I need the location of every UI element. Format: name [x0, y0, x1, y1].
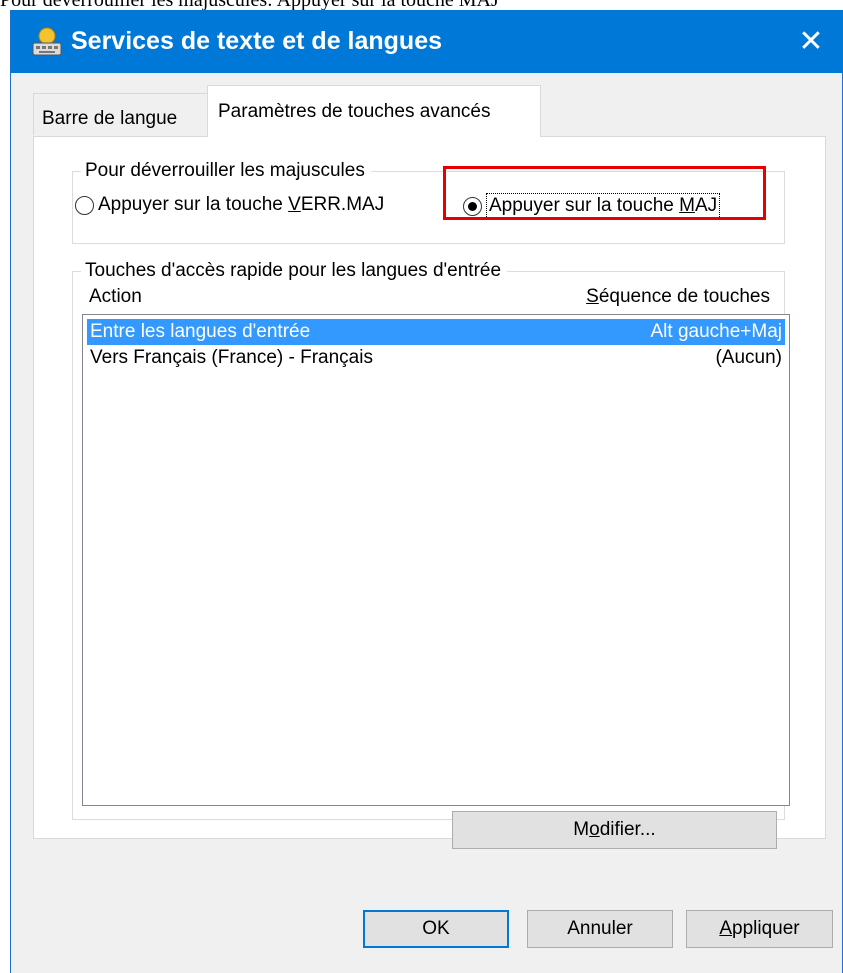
column-header-action: Action [89, 286, 142, 307]
hotkeys-group-legend: Touches d'accès rapide pour les langues … [81, 258, 508, 284]
close-button[interactable]: ✕ [779, 10, 843, 73]
apply-button[interactable]: Appliquer [686, 910, 833, 948]
hotkeys-list[interactable]: Entre les langues d'entrée Alt gauche+Ma… [82, 314, 790, 806]
list-item[interactable]: Entre les langues d'entrée Alt gauche+Ma… [87, 319, 785, 345]
column-header-key-sequence: Séquence de touches [586, 286, 770, 307]
ok-button[interactable]: OK [363, 910, 509, 948]
radio-caps-lock-key[interactable]: Appuyer sur la touche VERR.MAJ [75, 193, 384, 217]
radio-unchecked-icon [75, 195, 94, 215]
dialog-window: Services de texte et de langues ✕ Barre … [10, 10, 843, 973]
tab-label: Barre de langue [42, 108, 178, 129]
close-icon: ✕ [798, 25, 824, 58]
tab-advanced-key-settings[interactable]: Paramètres de touches avancés [207, 85, 541, 137]
modify-button[interactable]: Modifier... [452, 811, 777, 849]
cancel-button[interactable]: Annuler [527, 910, 673, 948]
list-item[interactable]: Vers Français (France) - Français (Aucun… [87, 345, 785, 371]
tab-language-bar[interactable]: Barre de langue [33, 93, 208, 135]
title-bar: Services de texte et de langues ✕ [11, 10, 843, 73]
language-services-icon [32, 27, 62, 56]
radio-label: Appuyer sur la touche VERR.MAJ [98, 194, 385, 215]
tab-label: Paramètres de touches avancés [218, 101, 491, 122]
caps-lock-group-legend: Pour déverrouiller les majuscules [81, 158, 371, 184]
highlight-annotation-box [443, 166, 766, 220]
window-title: Services de texte et de langues [71, 27, 443, 55]
